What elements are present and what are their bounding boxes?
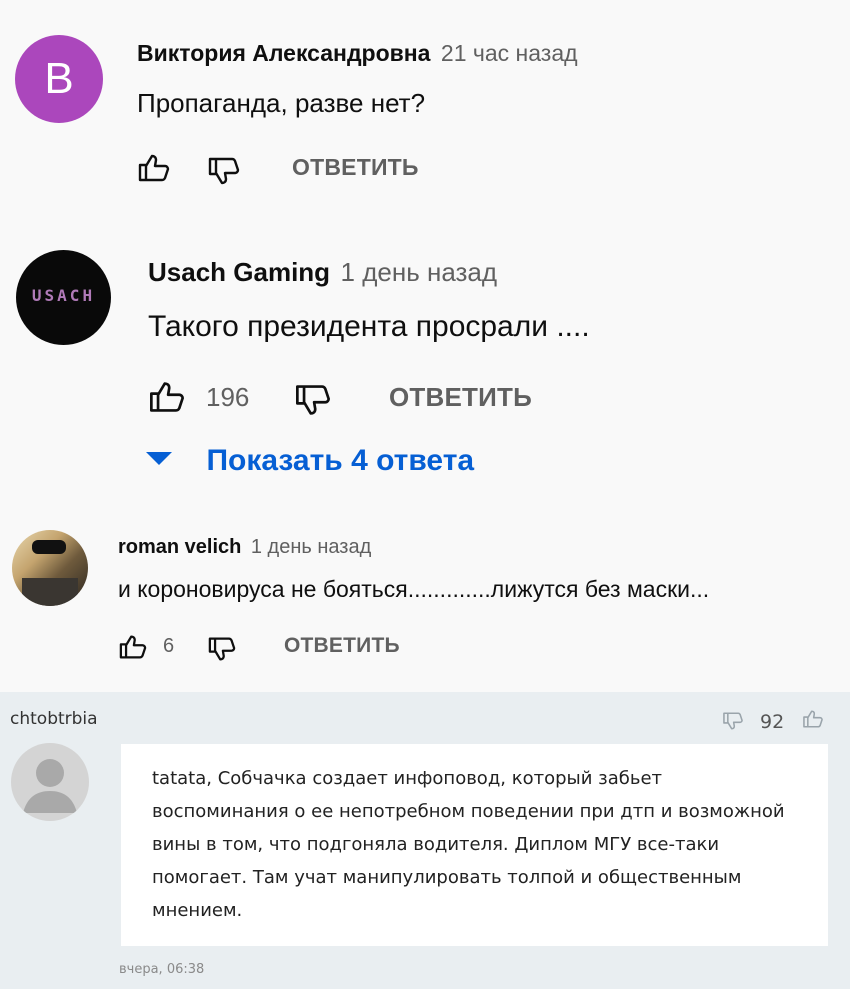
thumb-up-icon[interactable] (802, 709, 824, 729)
reply-button[interactable]: ОТВЕТИТЬ (292, 154, 419, 181)
comment-author[interactable]: Виктория Александровна (137, 40, 430, 66)
avatar[interactable]: USACH (16, 250, 111, 345)
thumb-up-icon[interactable] (148, 380, 186, 414)
forum-comment-time: вчера, 06:38 (119, 962, 205, 977)
avatar-photo-shirt (22, 578, 78, 606)
thumb-up-icon[interactable] (118, 634, 148, 660)
comment-text: Пропаганда, разве нет? (137, 88, 426, 118)
thumb-down-icon[interactable] (722, 711, 744, 731)
comment-header: Виктория Александровна 21 час назад (137, 40, 578, 67)
comment-text: Такого президента просрали .... (148, 310, 590, 343)
caret-down-icon (146, 451, 172, 471)
avatar-letter: В (44, 54, 74, 103)
like-count: 196 (206, 382, 250, 412)
comment-time[interactable]: 21 час назад (441, 40, 578, 66)
reply-button[interactable]: ОТВЕТИТЬ (389, 382, 532, 413)
thumb-down-icon[interactable] (207, 636, 237, 662)
forum-comment-text: tatata, Собчачка создает инфоповод, кото… (152, 768, 785, 921)
show-replies-button[interactable]: Показать 4 ответа (146, 444, 474, 478)
avatar-photo (32, 540, 66, 554)
show-replies-label: Показать 4 ответа (206, 444, 475, 477)
comment-text: и короновируса не бояться.............ли… (118, 576, 710, 602)
reply-button[interactable]: ОТВЕТИТЬ (284, 634, 400, 658)
comment-header: roman velich 1 день назад (118, 536, 371, 559)
comment-author[interactable]: roman velich (118, 536, 241, 558)
avatar[interactable] (12, 530, 88, 606)
thumb-down-icon[interactable] (207, 156, 241, 186)
comment-author[interactable]: Usach Gaming (148, 257, 330, 287)
thumb-up-icon[interactable] (137, 153, 171, 183)
thumb-down-icon[interactable] (294, 383, 332, 417)
comment-time[interactable]: 1 день назад (251, 536, 371, 558)
comment-header: Usach Gaming 1 день назад (148, 257, 497, 288)
like-count: 6 (163, 635, 175, 657)
score-count: 92 (760, 711, 785, 733)
avatar-logo-text: USACH (31, 286, 96, 305)
user-placeholder-icon[interactable] (11, 743, 89, 821)
forum-author[interactable]: chtobtrbia (10, 709, 98, 729)
avatar[interactable]: В (15, 35, 103, 123)
comment-time[interactable]: 1 день назад (341, 257, 498, 287)
